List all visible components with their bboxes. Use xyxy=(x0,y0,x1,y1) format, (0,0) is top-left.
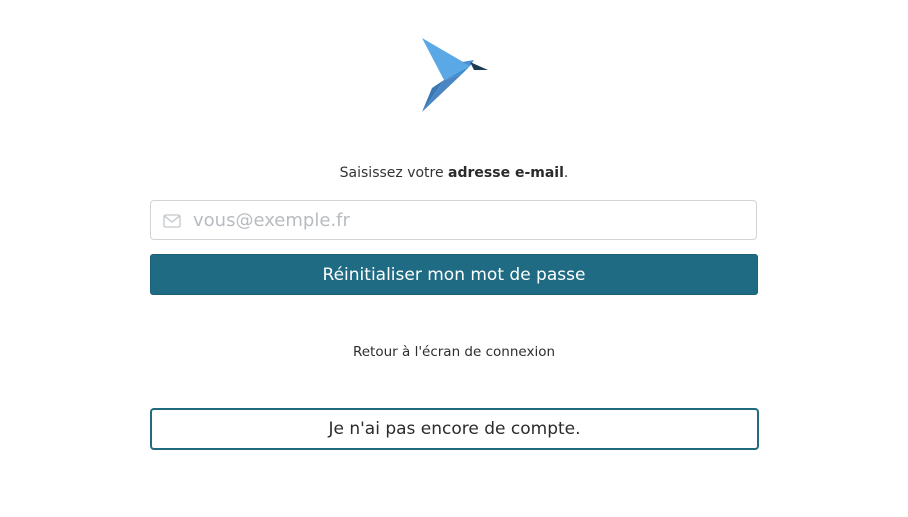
reset-password-button[interactable]: Réinitialiser mon mot de passe xyxy=(150,254,758,295)
email-input[interactable] xyxy=(193,201,748,239)
email-field[interactable] xyxy=(150,200,757,240)
password-reset-page: Saisissez votre adresse e-mail. Réinitia… xyxy=(0,0,908,517)
back-to-login-link[interactable]: Retour à l'écran de connexion xyxy=(0,343,908,361)
instruction-prefix: Saisissez votre xyxy=(339,165,449,181)
instruction-suffix: . xyxy=(563,165,569,181)
no-account-button[interactable]: Je n'ai pas encore de compte. xyxy=(150,408,759,450)
instruction-text: Saisissez votre adresse e-mail. xyxy=(0,164,908,182)
bird-logo-icon xyxy=(422,38,488,112)
envelope-icon xyxy=(163,214,181,228)
instruction-emphasis: adresse e-mail xyxy=(448,165,564,181)
